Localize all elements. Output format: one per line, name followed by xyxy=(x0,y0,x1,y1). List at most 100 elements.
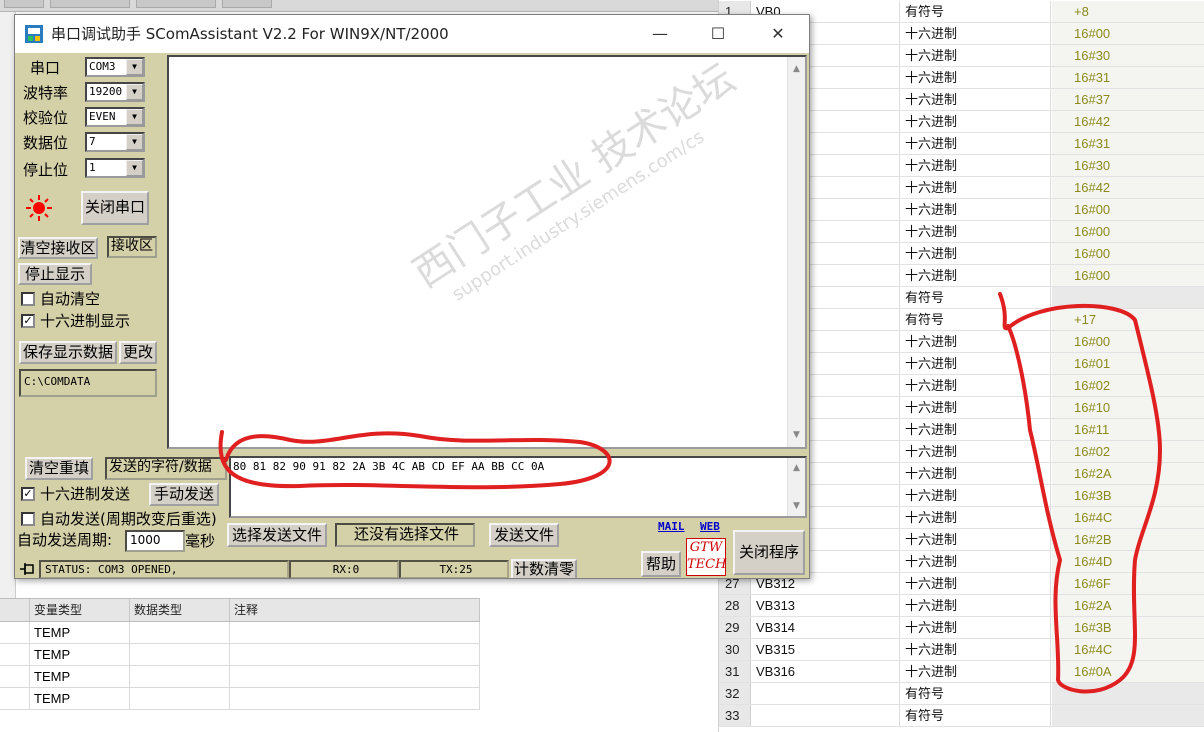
minimize-button[interactable]: — xyxy=(631,15,689,53)
format-cell: 十六进制 xyxy=(901,23,1051,44)
parity-select[interactable]: EVEN ▼ xyxy=(85,107,145,127)
format-cell: 十六进制 xyxy=(901,45,1051,66)
toolbar-tab[interactable] xyxy=(4,0,44,8)
send-file-button[interactable]: 发送文件 xyxy=(489,523,559,547)
value-cell: +17 xyxy=(1052,309,1204,330)
var-table-row[interactable]: TEMP xyxy=(0,688,480,710)
stopbits-select[interactable]: 1 ▼ xyxy=(85,158,145,178)
databits-select[interactable]: 7 ▼ xyxy=(85,132,145,152)
close-port-button[interactable]: 关闭串口 xyxy=(81,191,149,225)
value-cell xyxy=(1052,705,1204,726)
table-cell xyxy=(130,688,230,709)
var-table-row[interactable]: TEMP xyxy=(0,644,480,666)
value-cell: 16#6F xyxy=(1052,573,1204,594)
auto-send-label: 自动发送(周期改变后重选) xyxy=(40,510,217,528)
row-number: 29 xyxy=(719,617,751,638)
value-cell: 16#01 xyxy=(1052,353,1204,374)
value-cell: 16#00 xyxy=(1052,23,1204,44)
value-cell: 16#37 xyxy=(1052,89,1204,110)
toolbar-tab[interactable] xyxy=(50,0,130,8)
editor-toolbar-strip xyxy=(0,0,718,12)
port-label: 串口 xyxy=(30,59,61,77)
save-path-field[interactable]: C:\COMDATA xyxy=(19,369,157,397)
auto-send-checkbox[interactable] xyxy=(21,512,35,526)
port-status-led-icon xyxy=(26,195,52,221)
status-chart-row[interactable]: 31 VB316 十六进制 16#0A xyxy=(719,661,1204,683)
select-send-file-button[interactable]: 选择发送文件 xyxy=(227,523,327,547)
databits-label: 数据位 xyxy=(23,134,69,152)
hex-send-checkbox[interactable]: ✓ xyxy=(21,487,35,501)
stop-display-button[interactable]: 停止显示 xyxy=(18,263,92,285)
table-cell xyxy=(0,666,30,687)
var-table-row[interactable]: TEMP xyxy=(0,666,480,688)
manual-send-button[interactable]: 手动发送 xyxy=(149,483,219,506)
value-cell: 16#42 xyxy=(1052,177,1204,198)
databits-value: 7 xyxy=(89,135,96,148)
format-cell: 十六进制 xyxy=(901,485,1051,506)
value-cell xyxy=(1052,287,1204,308)
scroll-down-icon[interactable]: ▼ xyxy=(788,427,805,443)
title-bar[interactable]: 串口调试助手 SComAssistant V2.2 For WIN9X/NT/2… xyxy=(15,15,809,53)
row-number: 33 xyxy=(719,705,751,726)
var-table-row[interactable]: TEMP xyxy=(0,622,480,644)
window-title: 串口调试助手 SComAssistant V2.2 For WIN9X/NT/2… xyxy=(51,25,449,43)
format-cell: 十六进制 xyxy=(901,419,1051,440)
status-bar: STATUS: COM3 OPENED, RX:0 TX:25 计数清零 xyxy=(15,558,635,578)
scroll-up-icon[interactable]: ▲ xyxy=(788,460,805,476)
status-chart-row[interactable]: 32 有符号 xyxy=(719,683,1204,705)
clear-refill-button[interactable]: 清空重填 xyxy=(25,457,93,480)
mail-link[interactable]: MAIL xyxy=(658,520,685,533)
header-data-type: 数据类型 xyxy=(130,599,230,621)
reset-count-button[interactable]: 计数清零 xyxy=(511,559,577,578)
table-cell xyxy=(130,644,230,665)
scroll-down-icon[interactable]: ▼ xyxy=(788,498,805,514)
toolbar-tab[interactable] xyxy=(136,0,216,8)
close-button[interactable]: ✕ xyxy=(749,15,807,53)
table-cell xyxy=(0,644,30,665)
format-cell: 十六进制 xyxy=(901,155,1051,176)
pin-icon xyxy=(20,563,34,575)
value-cell: 16#11 xyxy=(1052,419,1204,440)
status-chart-row[interactable]: 33 有符号 xyxy=(719,705,1204,727)
table-cell xyxy=(230,666,480,687)
format-cell: 有符号 xyxy=(901,705,1051,726)
value-cell: +8 xyxy=(1052,1,1204,22)
baud-select[interactable]: 19200 ▼ xyxy=(85,82,145,102)
chevron-down-icon[interactable]: ▼ xyxy=(126,84,143,100)
send-data-input[interactable]: 80 81 82 90 91 82 2A 3B 4C AB CD EF AA B… xyxy=(229,456,807,518)
receive-area[interactable]: ▲ ▼ xyxy=(167,55,807,449)
save-display-button[interactable]: 保存显示数据 xyxy=(19,341,117,364)
value-cell: 16#2A xyxy=(1052,595,1204,616)
change-path-button[interactable]: 更改 xyxy=(119,341,157,364)
status-chart-row[interactable]: 30 VB315 十六进制 16#4C xyxy=(719,639,1204,661)
format-cell: 十六进制 xyxy=(901,661,1051,682)
status-chart-row[interactable]: 28 VB313 十六进制 16#2A xyxy=(719,595,1204,617)
web-link[interactable]: WEB xyxy=(700,520,720,533)
send-scrollbar[interactable]: ▲ ▼ xyxy=(787,458,805,516)
scroll-up-icon[interactable]: ▲ xyxy=(788,61,805,77)
address-cell: VB315 xyxy=(752,639,900,660)
chevron-down-icon[interactable]: ▼ xyxy=(126,109,143,125)
value-cell: 16#10 xyxy=(1052,397,1204,418)
toolbar-tab[interactable] xyxy=(222,0,272,8)
chevron-down-icon[interactable]: ▼ xyxy=(126,160,143,176)
port-select[interactable]: COM3 ▼ xyxy=(85,57,145,77)
format-cell: 十六进制 xyxy=(901,507,1051,528)
receive-scrollbar[interactable]: ▲ ▼ xyxy=(787,57,805,447)
auto-send-period-input[interactable]: 1000 xyxy=(125,530,185,552)
auto-clear-checkbox[interactable] xyxy=(21,292,35,306)
address-cell: VB314 xyxy=(752,617,900,638)
maximize-button[interactable]: ☐ xyxy=(689,15,747,53)
help-button[interactable]: 帮助 xyxy=(641,551,681,577)
baud-value: 19200 xyxy=(89,85,123,98)
hex-display-checkbox[interactable]: ✓ xyxy=(21,314,35,328)
table-cell xyxy=(130,622,230,643)
chevron-down-icon[interactable]: ▼ xyxy=(126,59,143,75)
address-cell xyxy=(752,705,900,726)
format-cell: 十六进制 xyxy=(901,397,1051,418)
value-cell xyxy=(1052,683,1204,704)
clear-receive-button[interactable]: 清空接收区 xyxy=(18,237,98,259)
close-program-button[interactable]: 关闭程序 xyxy=(733,530,805,575)
chevron-down-icon[interactable]: ▼ xyxy=(126,134,143,150)
status-chart-row[interactable]: 29 VB314 十六进制 16#3B xyxy=(719,617,1204,639)
